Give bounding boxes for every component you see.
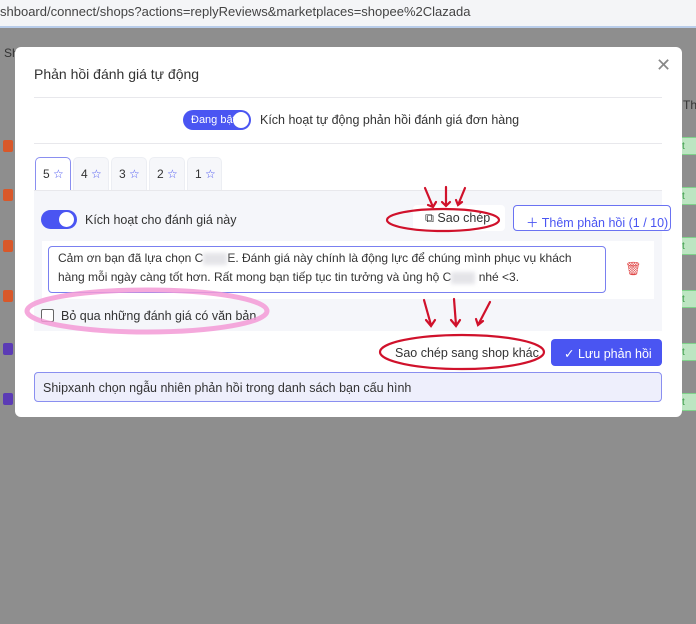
red-arrow: [422, 298, 437, 328]
red-arrow: [440, 185, 452, 208]
red-arrow: [454, 186, 467, 207]
red-arrow: [423, 186, 438, 209]
pink-ellipse: [24, 287, 270, 335]
annotation-layer: [24, 185, 546, 371]
red-ellipse-copy: [385, 207, 501, 233]
red-arrow: [449, 297, 462, 328]
red-arrow: [474, 300, 492, 327]
red-annotations: [378, 185, 546, 371]
red-ellipse-copy-to-shop: [378, 333, 546, 371]
